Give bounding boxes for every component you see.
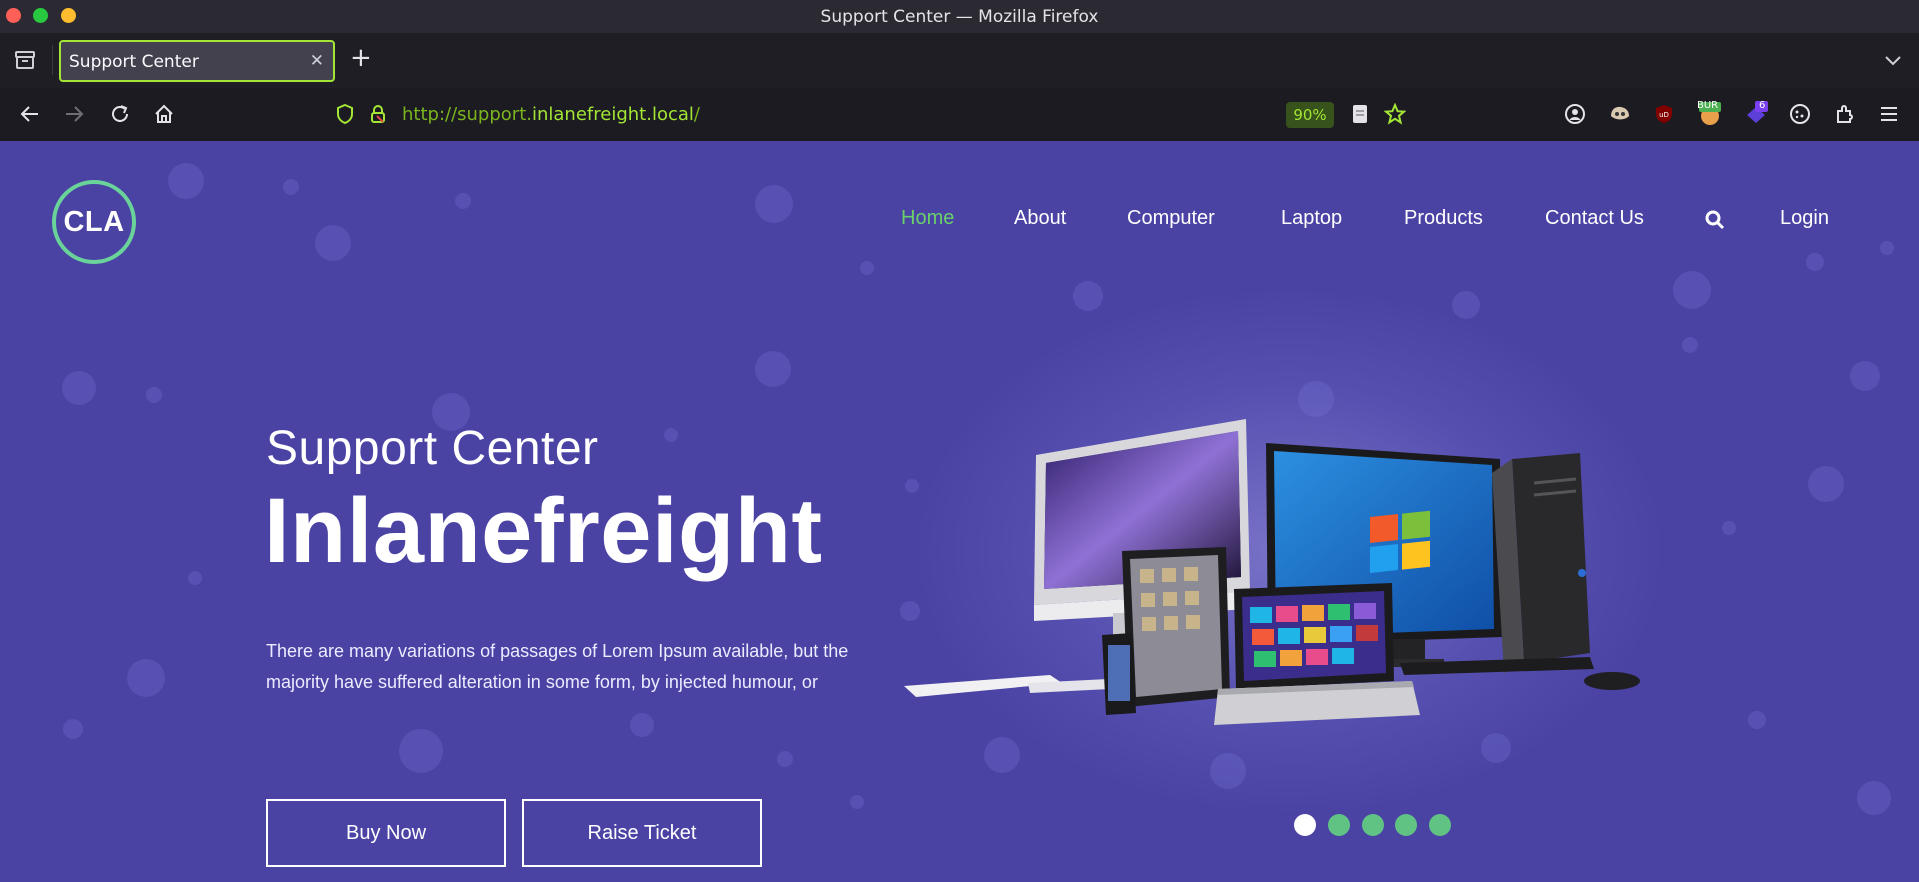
decor-bubble: [146, 387, 162, 403]
carousel-dot[interactable]: [1294, 814, 1316, 836]
decor-bubble: [850, 795, 864, 809]
zoom-level-badge[interactable]: 90%: [1286, 102, 1334, 128]
tab-close-icon[interactable]: ✕: [310, 51, 324, 71]
buy-now-button[interactable]: Buy Now: [266, 799, 506, 867]
site-nav: Home About Computer Laptop Products Cont…: [0, 207, 1919, 237]
extension-count-badge: 6: [1759, 100, 1766, 111]
extension-mask-icon[interactable]: [1607, 101, 1633, 127]
mouse-image: [1584, 672, 1640, 690]
nav-products[interactable]: Products: [1404, 207, 1483, 230]
nav-computer[interactable]: Computer: [1127, 207, 1215, 230]
tab-list-chevron-icon[interactable]: [1883, 50, 1903, 70]
new-tab-icon[interactable]: +: [350, 44, 372, 72]
back-arrow-icon[interactable]: [16, 100, 44, 128]
nav-laptop[interactable]: Laptop: [1281, 207, 1342, 230]
hero-subtitle: Support Center: [266, 422, 599, 475]
tablet-image: [1122, 547, 1230, 707]
tab-support-center[interactable]: Support Center ✕: [59, 40, 335, 82]
url-prefix: http://support.: [402, 104, 532, 125]
decor-bubble: [62, 371, 96, 405]
decor-bubble: [860, 261, 874, 275]
pc-tower-image: [1492, 453, 1590, 673]
home-icon[interactable]: [150, 100, 178, 128]
burp-badge: BUR: [1697, 100, 1719, 111]
decor-bubble: [1748, 711, 1766, 729]
decor-bubble: [283, 179, 299, 195]
decor-bubble: [1452, 291, 1480, 319]
decor-bubble: [1673, 271, 1711, 309]
raise-ticket-button[interactable]: Raise Ticket: [522, 799, 762, 867]
decor-bubble: [1857, 781, 1891, 815]
forward-arrow-icon[interactable]: [60, 100, 88, 128]
tab-manager-icon[interactable]: [12, 47, 38, 73]
hero-description: There are many variations of passages of…: [266, 641, 849, 692]
svg-text:uD: uD: [1659, 111, 1669, 119]
devices-illustration: [904, 419, 1640, 725]
nav-toolbar: http://support.inlanefreight.local/ 90% …: [0, 88, 1919, 141]
decor-bubble: [664, 428, 678, 442]
reload-icon[interactable]: [106, 100, 134, 128]
decor-bubble: [1808, 466, 1844, 502]
carousel-dot[interactable]: [1362, 814, 1384, 836]
decor-bubble: [188, 571, 202, 585]
decor-bubble: [1806, 253, 1824, 271]
account-icon[interactable]: [1562, 101, 1588, 127]
lock-icon[interactable]: [368, 103, 388, 129]
bookmark-star-icon[interactable]: [1382, 101, 1408, 127]
phone-image: [1102, 633, 1136, 715]
decor-bubble: [1073, 281, 1103, 311]
url-text[interactable]: http://support.inlanefreight.local/: [402, 104, 700, 125]
decor-bubble: [1850, 361, 1880, 391]
decor-bubble: [1682, 337, 1698, 353]
decor-bubble: [777, 751, 793, 767]
tab-title: Support Center: [69, 52, 199, 72]
hamburger-menu-icon[interactable]: [1876, 101, 1902, 127]
nav-login[interactable]: Login: [1780, 207, 1829, 230]
cookie-icon[interactable]: [1787, 101, 1813, 127]
decor-bubble: [399, 729, 443, 773]
hero-title: Inlanefreight: [264, 480, 823, 582]
carousel-dot[interactable]: [1395, 814, 1417, 836]
reader-view-icon[interactable]: [1347, 101, 1373, 127]
search-icon[interactable]: [1704, 209, 1726, 231]
decor-bubble: [63, 719, 83, 739]
tab-separator: [52, 45, 53, 75]
page-content: CLA Home About Computer Laptop Products …: [0, 141, 1919, 882]
ublock-origin-icon[interactable]: uD: [1651, 101, 1677, 127]
decor-bubble: [168, 163, 204, 199]
shield-icon[interactable]: [335, 103, 355, 129]
url-suffix: /: [693, 104, 700, 125]
nav-home[interactable]: Home: [901, 207, 954, 230]
decor-bubble: [1722, 521, 1736, 535]
decor-bubble: [127, 659, 165, 697]
window-title: Support Center — Mozilla Firefox: [820, 7, 1099, 27]
decor-bubble: [755, 351, 791, 387]
nav-contact-us[interactable]: Contact Us: [1545, 207, 1644, 230]
laptop-image: [1214, 583, 1420, 725]
url-bar[interactable]: http://support.inlanefreight.local/: [316, 94, 1366, 134]
burp-proxy-icon[interactable]: BUR: [1697, 100, 1723, 127]
carousel-dot[interactable]: [1429, 814, 1451, 836]
nav-about[interactable]: About: [1014, 207, 1066, 230]
tab-bar: Support Center ✕ +: [0, 33, 1919, 88]
extensions-puzzle-icon[interactable]: [1832, 101, 1858, 127]
window-titlebar: Support Center — Mozilla Firefox: [0, 0, 1919, 33]
decor-bubble: [1880, 241, 1894, 255]
carousel-dot[interactable]: [1328, 814, 1350, 836]
extension-shield-icon[interactable]: 6: [1743, 100, 1769, 127]
decor-bubble: [630, 713, 654, 737]
url-domain: inlanefreight.local: [531, 104, 694, 125]
